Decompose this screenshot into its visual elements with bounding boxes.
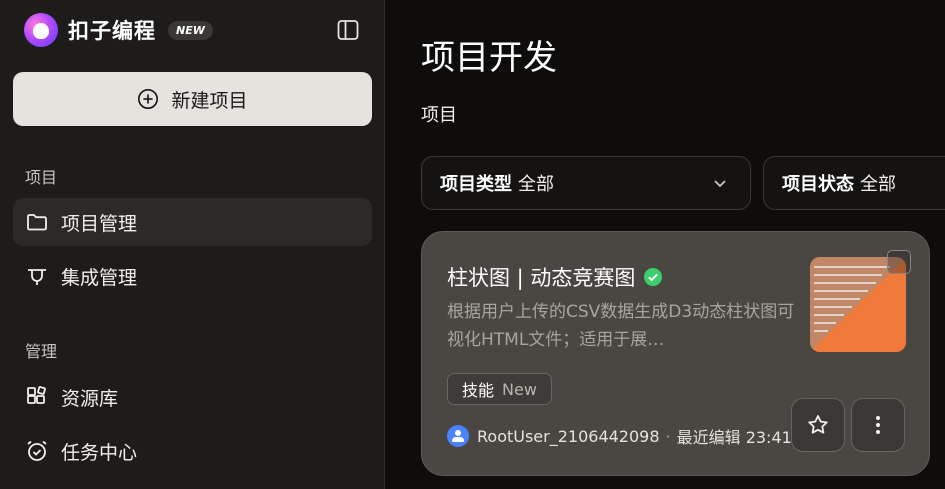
project-status-filter[interactable]: 项目状态 全部	[763, 156, 945, 210]
last-edited: 最近编辑 23:41	[676, 428, 792, 447]
sidebar-item-label: 资源库	[61, 387, 119, 410]
sidebar-item-integration-management[interactable]: 集成管理	[13, 252, 372, 300]
section-label-manage: 管理	[25, 342, 58, 361]
card-title: 柱状图 | 动态竞赛图	[447, 262, 663, 292]
chevron-down-icon	[714, 180, 726, 188]
new-project-label: 新建项目	[171, 89, 248, 112]
plus-circle-icon	[138, 89, 159, 109]
resource-library-icon	[27, 386, 46, 404]
favorite-button[interactable]	[791, 398, 845, 452]
sidebar-item-label: 集成管理	[61, 266, 138, 289]
integration-icon	[28, 269, 46, 285]
folder-icon	[27, 214, 47, 231]
sidebar-item-label: 项目管理	[61, 212, 138, 235]
brand-name: 扣子编程	[68, 19, 156, 43]
username: RootUser_2106442098	[477, 426, 660, 446]
new-project-button[interactable]: 新建项目	[13, 72, 372, 126]
sidebar-item-task-center[interactable]: 任务中心	[13, 427, 372, 475]
tag-new-label: New	[502, 379, 537, 399]
sidebar-item-label: 任务中心	[61, 441, 138, 464]
sidebar-item-resource-library[interactable]: 资源库	[13, 373, 372, 421]
tab-projects[interactable]: 项目	[421, 101, 457, 127]
verified-check-icon	[644, 268, 663, 286]
sidebar-item-project-management[interactable]: 项目管理	[13, 198, 372, 246]
skill-tag: 技能 New	[447, 373, 552, 405]
sidebar-toggle-icon[interactable]	[336, 18, 360, 42]
new-badge: NEW	[168, 20, 213, 40]
brand[interactable]: 扣子编程 NEW	[24, 12, 213, 48]
main-content: 项目开发 项目 项目类型 全部 项目状态 全部 柱状图 | 动态竞赛图 根据用户…	[386, 0, 945, 489]
section-label-project: 项目	[25, 168, 58, 187]
tag-label: 技能	[462, 381, 495, 400]
user-avatar-icon	[447, 425, 469, 447]
filter-value: 全部	[860, 174, 896, 195]
star-icon	[808, 415, 828, 434]
project-type-filter[interactable]: 项目类型 全部	[421, 156, 751, 210]
card-meta: RootUser_2106442098 · 最近编辑 23:41	[447, 424, 792, 448]
more-options-button[interactable]	[851, 398, 905, 452]
filter-label: 项目类型	[440, 174, 512, 195]
sidebar: 扣子编程 NEW 新建项目 项目 项目管理 集成管理 管理 资源库 任务中心	[0, 0, 385, 489]
card-description: 根据用户上传的CSV数据生成D3动态柱状图可视化HTML文件；适用于展…	[447, 302, 795, 350]
page-title: 项目开发	[421, 38, 557, 78]
filter-label: 项目状态	[782, 174, 854, 195]
project-card[interactable]: 柱状图 | 动态竞赛图 根据用户上传的CSV数据生成D3动态柱状图可视化HTML…	[421, 231, 930, 476]
alarm-clock-icon	[27, 440, 47, 461]
filter-value: 全部	[518, 174, 554, 195]
meta-separator: ·	[665, 426, 671, 446]
more-vertical-icon	[876, 416, 880, 434]
brand-logo-icon	[24, 13, 58, 47]
select-checkbox[interactable]	[887, 250, 911, 274]
card-title-text: 柱状图 | 动态竞赛图	[447, 266, 636, 290]
